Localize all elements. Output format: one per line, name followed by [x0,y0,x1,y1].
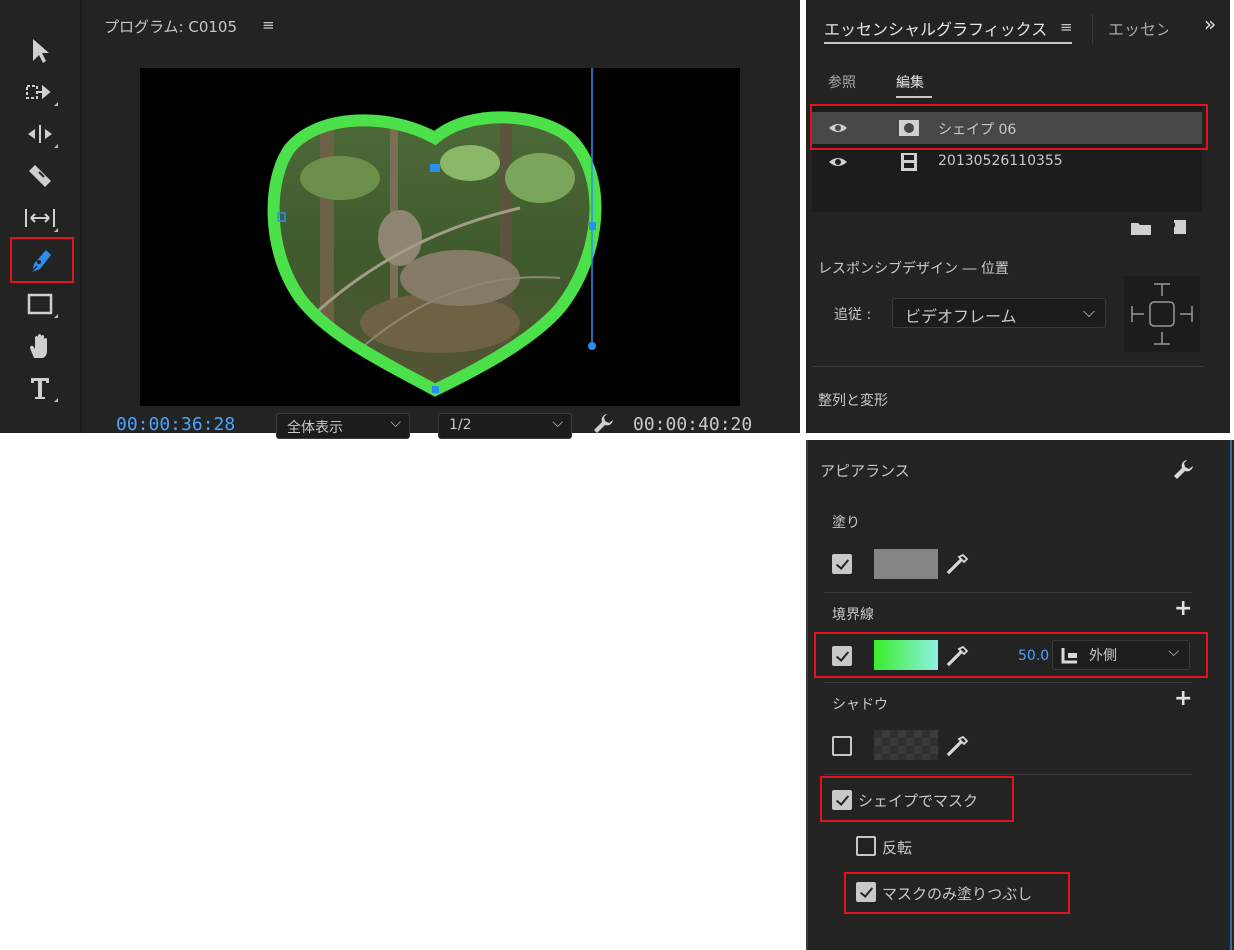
add-stroke-plus-icon[interactable]: + [1174,596,1192,621]
shadow-checkbox[interactable] [832,736,852,756]
eg-menu-icon[interactable]: ≡ [1060,18,1073,36]
responsive-design-label: レスポンシブデザイン ― 位置 [818,261,1009,277]
pin-edges-icon [1131,283,1193,345]
appearance-panel: アピアランス 塗り 境界線 + 50.0 外側 ⌵ シャドウ + シェイプでマス… [806,440,1234,950]
rectangle-icon [27,293,53,315]
zoom-level-value: 全体表示 [287,420,343,436]
bezier-handle-point [588,342,596,350]
fill-checkbox[interactable] [832,554,852,574]
tab-essential-other[interactable]: エッセン [1108,16,1168,40]
appearance-wrench-icon[interactable] [1172,458,1194,480]
tab-divider [1092,14,1093,44]
rectangle-tool-button[interactable] [18,286,62,322]
align-transform-label: 整列と変形 [818,393,888,409]
tab-essential-graphics[interactable]: エッセンシャルグラフィックス [824,16,1047,40]
pen-tool-highlight [10,237,74,283]
masked-footage [273,117,596,391]
hand-icon [30,334,47,358]
chevron-down-icon: ⌵ [1082,302,1095,321]
monitor-menu-icon[interactable]: ≡ [262,16,275,34]
settings-wrench-icon[interactable] [592,412,614,434]
program-monitor-panel: プログラム: C0105 ≡ 00:00:36:28 全体表示 ⌵ 1/2 ⌵ … [82,0,800,439]
hand-tool-button[interactable] [18,328,62,364]
current-timecode[interactable]: 00:00:36:28 [116,414,235,435]
appearance-title: アピアランス [820,462,910,480]
video-preview[interactable] [140,68,740,406]
invert-label[interactable]: 反転 [882,837,912,858]
new-group-folder-icon[interactable] [1130,220,1152,236]
shadow-label: シャドウ [832,697,888,713]
duration-timecode: 00:00:40:20 [633,414,753,435]
preview-canvas [267,68,602,397]
tools-panel [0,0,82,433]
ripple-edit-tool-button[interactable] [18,116,62,152]
fill-color-swatch[interactable] [874,549,938,579]
fill-mask-only-highlight [844,872,1070,914]
playback-resolution-select[interactable]: 1/2 ⌵ [438,413,572,439]
shape-layer-highlight [810,104,1208,150]
section-divider [824,774,1192,775]
stroke-row-highlight [814,632,1208,678]
pin-edges-widget[interactable] [1124,276,1200,352]
layer-name: 20130526110355 [938,153,1063,169]
section-divider [812,366,1204,367]
layer-row-video[interactable]: 20130526110355 [812,146,1202,178]
panel-left-border [806,440,808,950]
eyedropper-icon[interactable] [946,552,970,576]
follow-target-value: ビデオフレーム [905,307,1017,326]
chevron-down-icon: ⌵ [552,415,563,431]
subtab-edit-underline [896,96,932,98]
active-tab-underline [824,42,1072,44]
eyedropper-icon[interactable] [946,734,970,758]
stroke-label: 境界線 [832,607,874,623]
zoom-level-select[interactable]: 全体表示 ⌵ [276,413,410,439]
razor-tool-button[interactable] [18,158,62,194]
panel-right-border [1230,440,1232,950]
new-layer-icon[interactable] [1170,218,1188,236]
ripple-edit-icon [28,125,52,143]
program-monitor-title[interactable]: プログラム: C0105 [104,16,237,37]
anchor-point-bottom [432,386,439,393]
invert-checkbox[interactable] [856,836,876,856]
razor-icon [29,165,51,187]
visibility-eye-icon[interactable] [828,156,848,168]
selection-tool-button[interactable] [18,32,62,68]
shadow-color-swatch[interactable] [874,730,938,760]
film-clip-icon [901,153,917,171]
type-icon [31,378,49,399]
type-tool-button[interactable] [18,370,62,406]
essential-graphics-panel: エッセンシャルグラフィックス ≡ エッセン » 参照 編集 シェイプ 06 20… [806,0,1230,433]
subtab-edit[interactable]: 編集 [896,72,924,92]
fill-label: 塗り [832,515,860,531]
chevron-down-icon: ⌵ [390,415,401,431]
add-shadow-plus-icon[interactable]: + [1174,686,1192,711]
selection-arrow-icon [33,39,49,63]
section-divider [824,592,1192,593]
slip-icon [25,209,55,227]
follow-label: 追従 : [834,307,872,323]
anchor-point-top [430,164,440,172]
mask-with-shape-highlight [820,776,1014,822]
subtab-browse[interactable]: 参照 [828,72,856,92]
follow-target-select[interactable]: ビデオフレーム ⌵ [892,298,1106,328]
panel-overflow-icon[interactable]: » [1204,12,1216,36]
section-divider [824,682,1192,683]
anchor-point-right [589,222,596,230]
slip-tool-button[interactable] [18,200,62,236]
track-select-forward-icon [26,84,51,100]
resolution-value: 1/2 [449,417,472,433]
track-select-forward-tool-button[interactable] [18,74,62,110]
